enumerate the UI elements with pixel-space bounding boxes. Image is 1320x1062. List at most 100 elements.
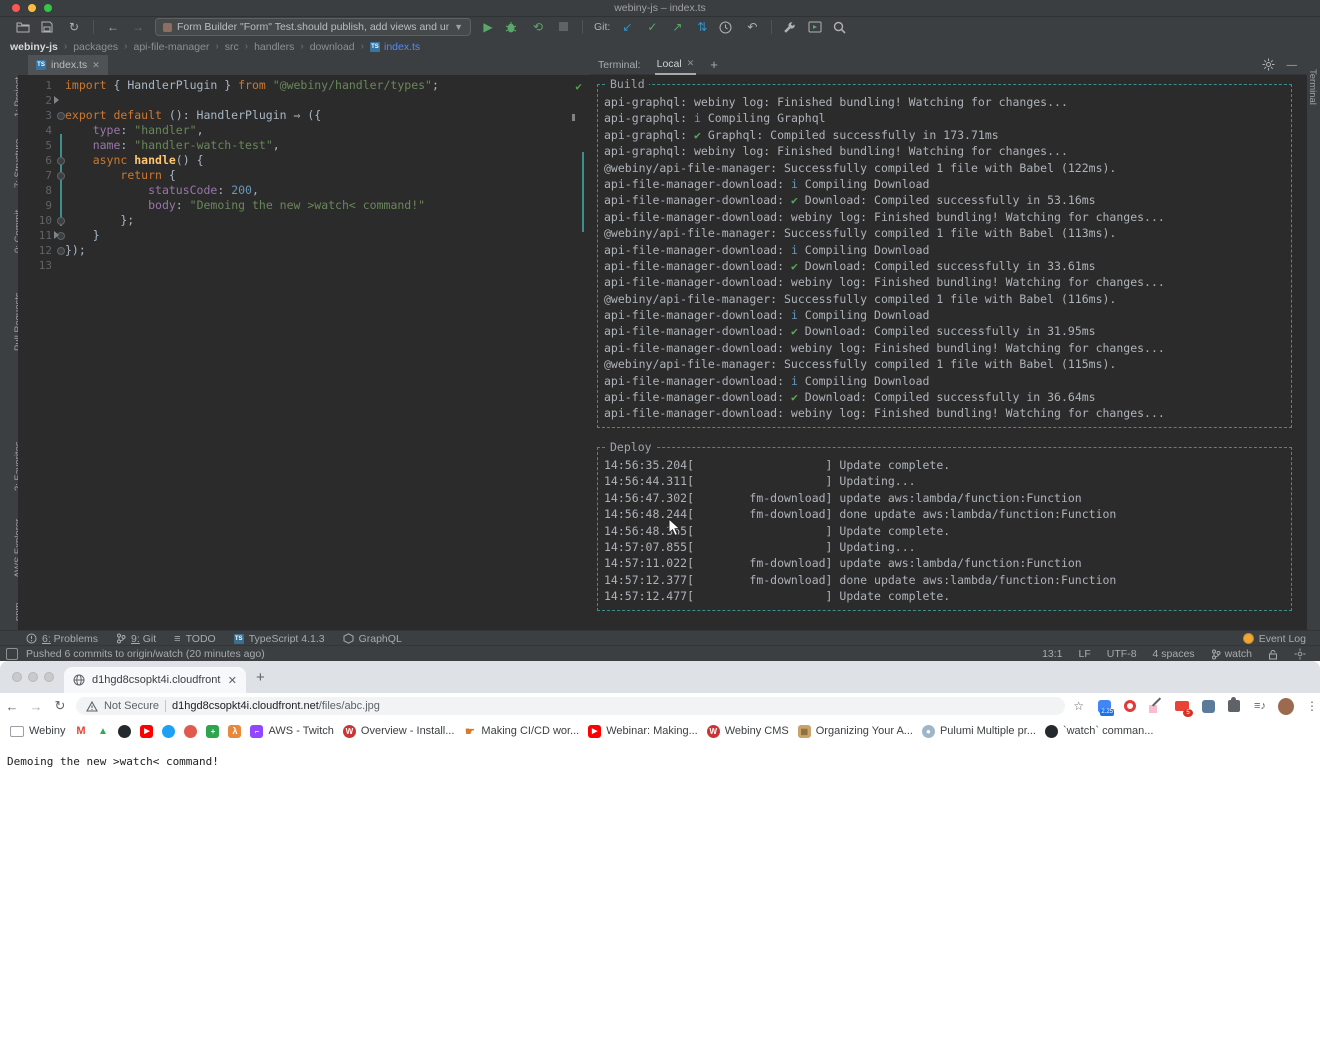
status-segment[interactable]: 4 spaces (1153, 648, 1195, 660)
fold-marker[interactable] (57, 247, 65, 255)
bookmark-item[interactable]: λ (228, 725, 241, 738)
status-segment[interactable]: LF (1079, 648, 1091, 660)
gutter-arrow-icon[interactable] (54, 96, 59, 104)
fold-marker[interactable] (57, 172, 65, 180)
debug-button[interactable] (505, 21, 521, 34)
close-window-button[interactable] (12, 672, 22, 682)
inspections-ok-icon[interactable]: ✔ (575, 80, 582, 93)
profile-avatar[interactable] (1278, 698, 1294, 714)
reload-icon[interactable]: ↻ (48, 698, 72, 714)
status-segment[interactable]: UTF-8 (1107, 648, 1137, 660)
browser-menu-icon[interactable]: ⋮ (1304, 698, 1320, 714)
git-update-icon[interactable]: ↙ (619, 19, 635, 35)
forward-icon[interactable]: → (130, 19, 146, 35)
ide-titlebar[interactable]: webiny-js – index.ts (0, 0, 1320, 17)
status-segment[interactable]: 13:1 (1042, 648, 1062, 660)
breadcrumb-item[interactable]: src (225, 41, 239, 53)
tool-window-problems[interactable]: 6: Problems (26, 633, 98, 645)
person-extension-icon[interactable] (1200, 698, 1216, 714)
playlist-extension-icon[interactable]: ≡♪ (1252, 698, 1268, 714)
git-branch-widget[interactable]: watch (1211, 648, 1252, 660)
close-terminal-tab-icon[interactable]: ✕ (687, 58, 695, 69)
extensions-puzzle-icon[interactable] (1226, 698, 1242, 714)
breadcrumb-item[interactable]: api-file-manager (134, 41, 210, 53)
rollback-icon[interactable]: ↶ (744, 19, 760, 35)
lock-icon[interactable] (1268, 649, 1278, 660)
new-terminal-session-button[interactable]: + (710, 57, 718, 72)
run-configuration-select[interactable]: Form Builder "Form" Test.should publish,… (155, 18, 471, 36)
browser-tab[interactable]: d1hgd8csopkt4i.cloudfront.ne ✕ (64, 667, 246, 693)
search-everywhere-icon[interactable] (833, 21, 849, 34)
bookmark-item[interactable]: ☛Making CI/CD wor... (463, 725, 579, 738)
minimize-window-button[interactable] (28, 672, 38, 682)
bookmark-item[interactable]: ▶ (140, 725, 153, 738)
hide-terminal-icon[interactable]: — (1287, 59, 1298, 71)
bookmark-item[interactable] (118, 725, 131, 738)
breadcrumb-item[interactable]: handlers (254, 41, 294, 53)
bookmark-item[interactable]: + (206, 725, 219, 738)
terminal-tab-local[interactable]: Local ✕ (655, 54, 697, 75)
tool-window-git[interactable]: 9: Git (116, 633, 156, 645)
bookmark-star-icon[interactable]: ☆ (1073, 699, 1084, 713)
breadcrumb-item[interactable]: packages (73, 41, 118, 53)
fold-marker[interactable] (57, 217, 65, 225)
wrench-icon[interactable] (783, 21, 799, 34)
breadcrumb-item[interactable]: webiny-js (10, 41, 58, 53)
bookmark-item[interactable]: WWebiny CMS (707, 725, 789, 738)
bookmark-item[interactable]: ●Pulumi Multiple pr... (922, 725, 1036, 738)
run-anything-icon[interactable] (808, 21, 824, 33)
history-icon[interactable] (719, 21, 735, 34)
bookmark-item[interactable]: ▦Organizing Your A... (798, 725, 913, 738)
address-bar[interactable]: Not Secure d1hgd8csopkt4i.cloudfront.net… (76, 697, 1065, 715)
terminal-settings-icon[interactable] (1262, 58, 1275, 71)
git-commit-icon[interactable]: ✓ (644, 19, 660, 35)
bookmark-item[interactable]: ▶Webinar: Making... (588, 725, 698, 738)
tool-window-switcher-icon[interactable] (6, 648, 18, 660)
eyedropper-extension-icon[interactable] (1148, 698, 1164, 714)
url-text[interactable]: d1hgd8csopkt4i.cloudfront.net/files/abc.… (172, 700, 380, 712)
forward-icon[interactable]: → (24, 699, 48, 714)
back-icon[interactable]: ← (105, 19, 121, 35)
git-push-icon[interactable]: ↗ (669, 19, 685, 35)
close-tab-icon[interactable]: ✕ (228, 674, 237, 687)
tool-window-terminal[interactable]: Terminal (1307, 69, 1318, 105)
gutter-arrow-icon[interactable] (54, 231, 59, 239)
terminal-panel[interactable]: Build api-graphql: webiny log: Finished … (590, 75, 1307, 630)
event-log-button[interactable]: Event Log (1243, 633, 1320, 645)
fold-marker[interactable] (57, 157, 65, 165)
bookmark-item[interactable]: `watch` comman... (1045, 725, 1153, 738)
run-with-coverage-button[interactable]: ⟲ (530, 19, 546, 35)
gear-icon[interactable] (1294, 648, 1306, 660)
typescript-status[interactable]: TS TypeScript 4.1.3 (234, 633, 325, 645)
bookmark-item[interactable] (184, 725, 197, 738)
fold-marker[interactable] (57, 112, 65, 120)
save-icon[interactable] (41, 21, 57, 33)
zoom-window-button[interactable] (44, 672, 54, 682)
breadcrumb-item[interactable]: TSindex.ts (370, 41, 420, 53)
bookmark-item[interactable]: ⌐AWS - Twitch (250, 725, 333, 738)
graphql-status[interactable]: GraphQL (343, 633, 402, 645)
stop-button[interactable] (555, 19, 571, 35)
git-shelve-icon[interactable]: ⇅ (694, 19, 710, 35)
breadcrumb-item[interactable]: download (310, 41, 355, 53)
open-icon[interactable] (16, 21, 32, 33)
back-icon[interactable]: ← (0, 699, 24, 714)
tab-index-ts[interactable]: TS index.ts ✕ (28, 55, 108, 75)
mail-checker-extension-icon[interactable]: 5 (1174, 698, 1190, 714)
bookmark-item[interactable]: ▲ (96, 725, 109, 738)
bookmark-item[interactable] (162, 725, 175, 738)
sync-icon[interactable]: ↻ (66, 19, 82, 35)
tool-window-todo[interactable]: ≡ TODO (174, 633, 216, 645)
code-content[interactable]: import { HandlerPlugin } from "@webiny/h… (65, 78, 590, 273)
bookmark-item[interactable]: M (74, 725, 87, 738)
code-editor[interactable]: 12345678910111213 import { HandlerPlugin… (18, 75, 590, 630)
bookmark-item[interactable]: WOverview - Install... (343, 725, 455, 738)
blue-badge-extension-icon[interactable]: 2.25 (1096, 698, 1112, 714)
bookmark-item[interactable]: Webiny (10, 725, 65, 737)
status-message[interactable]: Pushed 6 commits to origin/watch (20 min… (26, 648, 265, 660)
adblock-extension-icon[interactable] (1122, 698, 1138, 714)
new-tab-button[interactable]: + (256, 669, 265, 686)
close-tab-icon[interactable]: ✕ (92, 60, 100, 71)
run-button[interactable]: ▶ (480, 19, 496, 35)
security-label[interactable]: Not Secure (104, 700, 159, 712)
